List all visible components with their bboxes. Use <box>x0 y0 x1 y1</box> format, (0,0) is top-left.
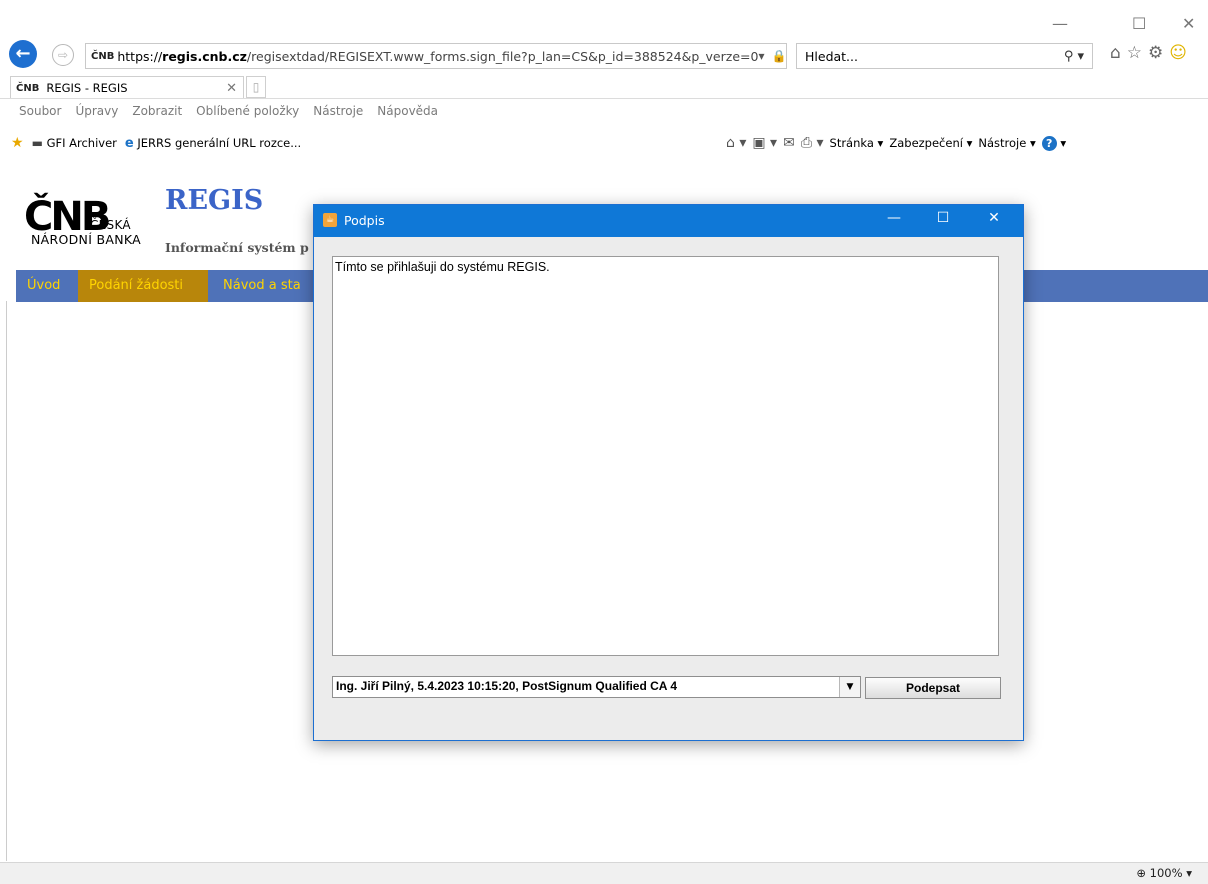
certificate-value: Ing. Jiří Pilný, 5.4.2023 10:15:20, Post… <box>336 679 678 693</box>
address-path: /regisextdad/REGISEXT.www_forms.sign_fil… <box>246 48 759 64</box>
browser-chrome: — ☐ ✕ ← ⇨ ČNB https://regis.cnb.cz/regis… <box>0 0 1208 160</box>
command-security[interactable]: Zabezpečení ▾ <box>889 136 972 150</box>
search-box[interactable]: Hledat... ⚲ ▾ <box>796 43 1093 69</box>
logo-line2: NÁRODNÍ BANKA <box>31 232 141 247</box>
menu-oblibene[interactable]: Oblíbené položky <box>196 104 299 118</box>
smiley-feedback-icon[interactable]: ☺ <box>1169 43 1193 63</box>
address-protocol: https:// <box>117 48 163 64</box>
close-icon[interactable]: ✕ <box>1182 14 1195 33</box>
dialog-close-icon[interactable]: ✕ <box>979 210 1009 226</box>
favorite-label: JERRS generální URL rozce... <box>137 135 302 150</box>
new-tab-icon[interactable]: ▯ <box>246 76 266 98</box>
dialog-title-bar[interactable]: ☕ Podpis — ☐ ✕ <box>314 205 1023 237</box>
command-page[interactable]: Stránka ▾ <box>830 136 884 150</box>
menu-napoveda[interactable]: Nápověda <box>377 104 438 118</box>
page-subtitle: Informační systém p <box>165 240 309 255</box>
search-icon[interactable]: ⚲ ▾ <box>1064 49 1084 64</box>
nav-podani-zadosti[interactable]: Podání žádosti <box>78 270 208 302</box>
logo-line1: ČESKÁ <box>90 218 131 232</box>
address-bar[interactable]: ČNB https://regis.cnb.cz/regisextdad/REG… <box>85 43 787 69</box>
archive-icon: ▬ <box>31 136 43 150</box>
zoom-level: 100% <box>1149 866 1183 880</box>
dialog-title: Podpis <box>344 213 385 228</box>
minimize-icon[interactable]: — <box>1052 14 1068 33</box>
address-host: regis.cnb.cz <box>162 48 247 64</box>
tab-title: REGIS - REGIS <box>46 81 128 95</box>
favorite-jerrs[interactable]: e JERRS generální URL rozce... <box>125 136 301 151</box>
tab-favicon-icon: ČNB <box>16 82 40 94</box>
favorites-bar: ★ ▬ GFI Archiver e JERRS generální URL r… <box>11 133 301 153</box>
back-arrow-icon[interactable]: ← <box>9 40 37 68</box>
favorites-star-icon[interactable]: ★ <box>11 135 24 151</box>
gear-icon[interactable]: ⚙ <box>1148 43 1169 63</box>
command-tools-label: Nástroje <box>978 136 1027 150</box>
address-dropdown-icon[interactable]: ▾ <box>758 49 764 63</box>
menu-zobrazit[interactable]: Zobrazit <box>132 104 182 118</box>
maximize-icon[interactable]: ☐ <box>1132 14 1146 33</box>
favorite-gfi-archiver[interactable]: ▬ GFI Archiver <box>32 136 117 150</box>
tab-close-icon[interactable]: ✕ <box>226 81 237 96</box>
java-icon: ☕ <box>323 213 337 227</box>
lock-icon[interactable]: 🔒 <box>771 49 786 63</box>
certificate-select[interactable]: Ing. Jiří Pilný, 5.4.2023 10:15:20, Post… <box>332 676 861 698</box>
command-bar: ⌂ ▾ ▣ ▾ ✉ ⎙ ▾ Stránka ▾ Zabezpečení ▾ Ná… <box>726 133 1066 153</box>
tab-divider <box>0 98 1208 99</box>
page-title: REGIS <box>165 185 264 216</box>
home-icon[interactable]: ⌂ ▾ <box>726 135 746 151</box>
sign-dialog: ☕ Podpis — ☐ ✕ Tímto se přihlašuji do sy… <box>313 204 1024 741</box>
menu-nastroje[interactable]: Nástroje <box>313 104 363 118</box>
dialog-maximize-icon[interactable]: ☐ <box>928 210 958 226</box>
home-icon[interactable]: ⌂ <box>1110 43 1127 63</box>
print-icon[interactable]: ⎙ ▾ <box>801 135 824 151</box>
forward-arrow-icon[interactable]: ⇨ <box>52 44 74 66</box>
ie-page-icon: e <box>124 135 134 151</box>
menu-bar: Soubor Úpravy Zobrazit Oblíbené položky … <box>19 104 438 118</box>
help-command[interactable]: ? ▾ <box>1041 135 1066 151</box>
zoom-control[interactable]: ⊕ 100% ▾ <box>1136 866 1192 880</box>
command-page-label: Stránka <box>829 136 874 150</box>
command-security-label: Zabezpečení <box>889 136 963 150</box>
favorites-star-icon[interactable]: ☆ <box>1127 43 1148 63</box>
site-favicon-icon: ČNB <box>91 50 115 62</box>
nav-uvod[interactable]: Úvod <box>16 270 71 302</box>
command-tools[interactable]: Nástroje ▾ <box>978 136 1035 150</box>
sign-text: Tímto se přihlašuji do systému REGIS. <box>335 260 550 274</box>
cnb-logo: ČNB ČESKÁ NÁRODNÍ BANKA <box>24 196 159 248</box>
sign-text-area[interactable]: Tímto se přihlašuji do systému REGIS. <box>332 256 999 656</box>
browser-tab[interactable]: ČNB REGIS - REGIS ✕ <box>10 76 244 99</box>
sign-button[interactable]: Podepsat <box>865 677 1001 699</box>
mail-icon[interactable]: ✉ <box>783 135 795 151</box>
menu-upravy[interactable]: Úpravy <box>75 104 118 118</box>
status-bar: ⊕ 100% ▾ <box>0 862 1208 884</box>
menu-soubor[interactable]: Soubor <box>19 104 61 118</box>
help-icon: ? <box>1041 135 1057 151</box>
nav-navod[interactable]: Návod a sta <box>212 270 312 302</box>
chevron-down-icon[interactable]: ▼ <box>839 677 860 697</box>
toolbar-icons: ⌂☆⚙☺ <box>1110 43 1193 63</box>
favorite-label: GFI Archiver <box>46 136 117 150</box>
dialog-minimize-icon[interactable]: — <box>879 210 909 226</box>
rss-feed-icon[interactable]: ▣ ▾ <box>752 135 777 151</box>
search-input[interactable]: Hledat... <box>805 49 858 64</box>
zoom-icon: ⊕ <box>1136 866 1147 880</box>
